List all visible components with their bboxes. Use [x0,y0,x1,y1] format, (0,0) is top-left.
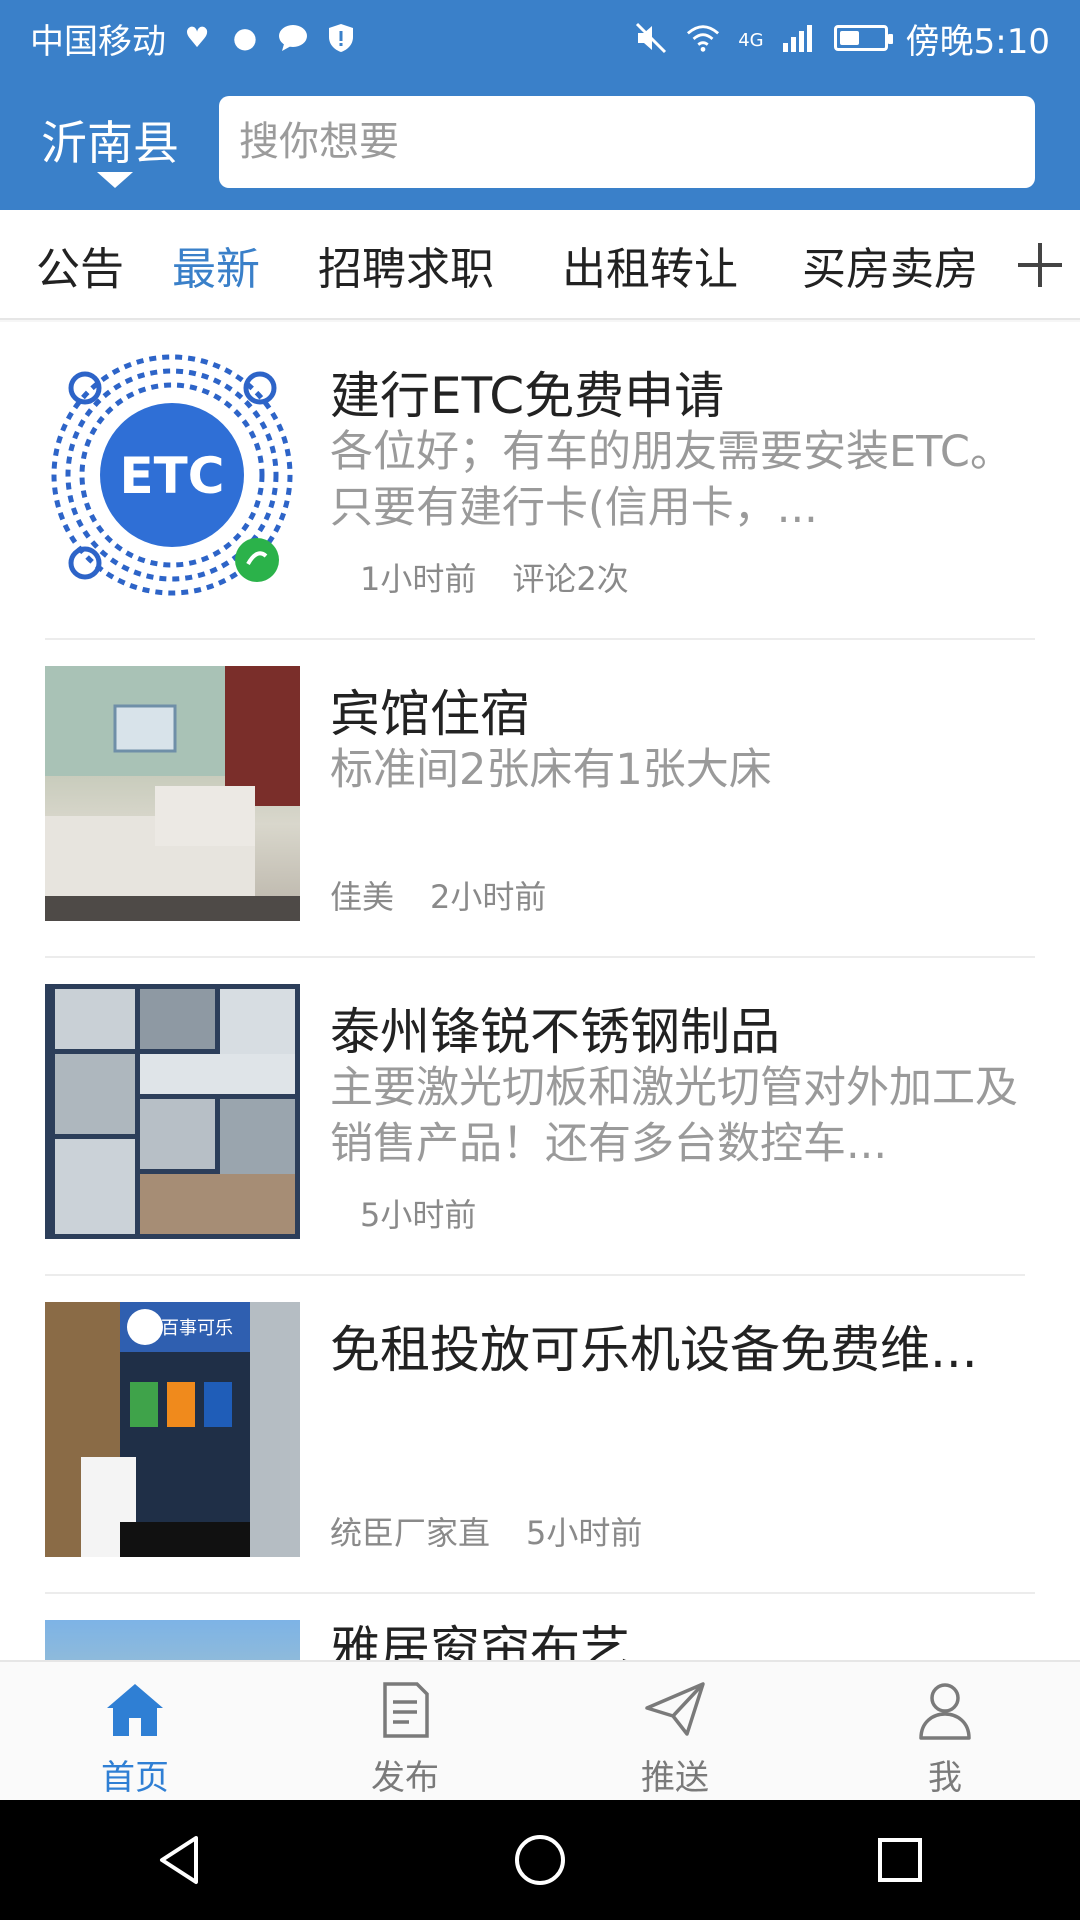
carrier-label: 中国移动 [30,21,166,62]
search-row: 沂南县 [0,92,1080,188]
battery-icon [833,25,893,51]
post-title: 雅居窗帘布艺 [330,1621,630,1660]
post-author: 佳美 [330,878,395,916]
clock: 傍晚5:10 [905,21,1050,62]
post-meta: 5小时前 [360,1190,476,1236]
nav-publish[interactable]: 发布 [270,1662,540,1800]
post-meta: 佳美 2小时前 [330,872,546,918]
post-description: 标准间2张床有1张大床 [330,745,772,795]
nav-push[interactable]: 推送 [540,1662,810,1800]
post-author: 统臣厂家直 [330,1514,491,1552]
post-item[interactable]: ETC 建行ETC免费申请 各位好；有车的朋友需要安装ETC。只要有建行卡(信用… [0,322,1080,640]
post-feed: ETC 建行ETC免费申请 各位好；有车的朋友需要安装ETC。只要有建行卡(信用… [0,322,1080,1660]
post-title: 宾馆住宿 [330,685,530,743]
cola-machine-image: 百事可乐 [45,1302,300,1557]
home-icon [107,1684,163,1736]
add-category-button[interactable] [1000,210,1080,318]
post-item[interactable]: 泰州锋锐不锈钢制品 主要激光切板和激光切管对外加工及销售产品！还有多台数控车..… [0,958,1080,1276]
post-comments: 评论2次 [512,560,629,598]
post-time: 2小时前 [430,878,547,916]
post-thumbnail [45,666,300,921]
post-title: 泰州锋锐不锈钢制品 [330,1003,780,1061]
mute-icon [634,21,668,55]
search-input[interactable] [219,96,1035,188]
mini-program-qr-image: ETC [51,354,293,596]
tab-rent-transfer[interactable]: 出租转让 [562,210,738,318]
back-button[interactable] [140,1820,220,1900]
wifi-icon [686,21,720,55]
svg-text:ETC: ETC [120,447,225,505]
shield-icon [324,21,358,55]
paper-plane-icon [645,1682,705,1736]
stainless-steel-products-image [45,984,300,1239]
recents-square-icon [878,1838,922,1882]
caret-down-icon [97,172,133,188]
recents-button[interactable] [860,1820,940,1900]
nav-home[interactable]: 首页 [0,1662,270,1800]
city-label: 沂南县 [41,116,179,170]
post-thumbnail [45,984,300,1239]
back-triangle-icon [160,1836,198,1884]
message-icon [276,21,310,55]
post-meta: 统臣厂家直 5小时前 [330,1508,642,1554]
nav-me[interactable]: 我 [810,1662,1080,1800]
post-thumbnail [45,1620,300,1660]
home-button[interactable] [500,1820,580,1900]
app-screen: 中国移动 ♥ ● 4G 傍晚5:10 沂南县 搜你想要 公告 最新 招聘求职 出… [0,0,1080,1920]
app-notification-icon: ● [232,21,258,54]
person-icon [919,1683,971,1740]
svg-text:百事可乐: 百事可乐 [161,1318,233,1339]
network-type-label: 4G [738,29,764,51]
nav-label: 发布 [371,1758,439,1798]
tab-jobs[interactable]: 招聘求职 [318,210,494,318]
document-icon [383,1682,429,1738]
post-description: 主要激光切板和激光切管对外加工及销售产品！还有多台数控车... [330,1063,1018,1169]
post-item[interactable]: 宾馆住宿 标准间2张床有1张大床 佳美 2小时前 [0,640,1080,958]
post-title: 免租投放可乐机设备免费维... [330,1321,978,1379]
post-thumbnail: ETC [45,348,300,603]
city-selector[interactable]: 沂南县 [0,92,220,188]
hotel-room-image [45,666,300,921]
bottom-navigation: 首页 发布 推送 我 [0,1660,1080,1800]
tab-real-estate[interactable]: 买房卖房 [802,210,978,318]
post-title: 建行ETC免费申请 [330,367,725,425]
tab-latest[interactable]: 最新 [172,210,260,318]
post-item[interactable]: 百事可乐 免租投放可乐机设备免费维... 统臣厂家直 5小时前 [0,1276,1080,1594]
signal-icon [782,21,816,55]
heart-rate-icon: ♥ [184,21,210,54]
post-item[interactable]: 雅居窗帘布艺 [0,1594,1080,1660]
battery-level [839,31,859,45]
nav-label: 我 [928,1758,962,1798]
tab-announcement[interactable]: 公告 [36,210,124,318]
post-description: 各位好；有车的朋友需要安装ETC。只要有建行卡(信用卡，... [330,427,1013,533]
nav-label: 推送 [641,1758,709,1798]
header: 中国移动 ♥ ● 4G 傍晚5:10 沂南县 搜你想要 [0,0,1080,210]
home-circle-icon [515,1835,565,1885]
nav-label: 首页 [101,1758,169,1798]
system-navigation-bar [0,1800,1080,1920]
post-time: 5小时前 [526,1514,643,1552]
category-tabs: 公告 最新 招聘求职 出租转让 买房卖房 [0,210,1080,320]
status-bar: 中国移动 ♥ ● 4G 傍晚5:10 [0,0,1080,76]
post-time: 5小时前 [360,1196,477,1234]
post-thumbnail: 百事可乐 [45,1302,300,1557]
post-time: 1小时前 [360,560,477,598]
post-meta: 1小时前 评论2次 [360,554,629,600]
